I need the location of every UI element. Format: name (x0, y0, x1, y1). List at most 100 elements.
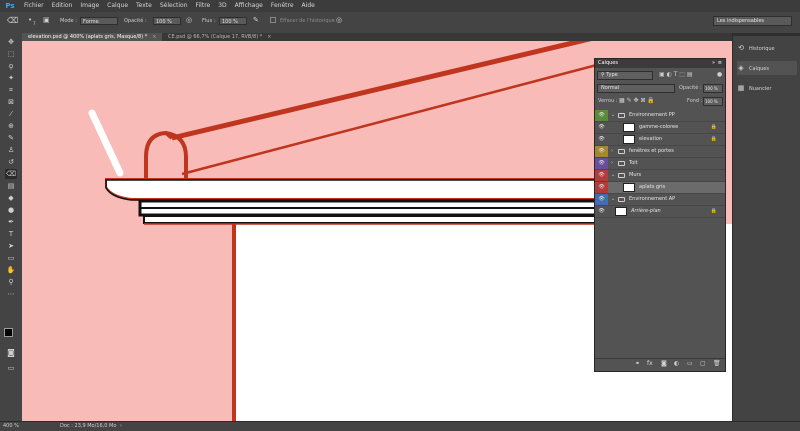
hand-tool-icon[interactable]: ✋ (5, 265, 17, 275)
menu-aide[interactable]: Aide (298, 0, 319, 12)
lasso-tool-icon[interactable]: ϙ (5, 61, 17, 71)
status-arrow-icon[interactable]: › (120, 423, 122, 429)
trash-icon[interactable]: 🗑 (713, 360, 721, 367)
frame-tool-icon[interactable]: ⊠ (5, 97, 17, 107)
visibility-eye-icon[interactable]: 👁 (595, 182, 608, 193)
visibility-eye-icon[interactable]: 👁 (595, 134, 608, 145)
visibility-eye-icon[interactable]: 👁 (595, 170, 608, 181)
workspace-select[interactable]: Les indispensables (713, 16, 792, 26)
marquee-tool-icon[interactable]: ⬚ (5, 49, 17, 59)
layer-fill-field[interactable]: 100 % (703, 97, 723, 106)
shape-tool-icon[interactable]: ▭ (5, 253, 17, 263)
mode-select[interactable]: Forme (80, 17, 118, 25)
brush-preset-icon[interactable]: • (28, 16, 32, 24)
lock-icons[interactable]: ▦ ✎ ✥ ⊠ 🔒 (619, 97, 655, 104)
chevron-right-icon[interactable]: › (611, 146, 613, 157)
foreground-color-swatch[interactable] (4, 328, 13, 337)
close-icon[interactable]: × (267, 34, 271, 40)
airbrush-icon[interactable]: ✎ (253, 16, 259, 24)
blend-mode-select[interactable]: Normal (597, 84, 675, 93)
dock-item-nuancier[interactable]: ▦ Nuancier (737, 81, 797, 95)
opacity-field[interactable]: 100 % (153, 17, 181, 25)
eyedropper-tool-icon[interactable]: ⁄ (5, 109, 17, 119)
pressure-size-icon[interactable]: ◎ (336, 16, 342, 24)
chevron-down-icon[interactable]: ⌄ (611, 110, 615, 121)
layer-filter-select[interactable]: ⚲ Type (597, 71, 653, 80)
layer-opacity-field[interactable]: 100 % (703, 84, 723, 93)
link-icon[interactable]: ⚭ (635, 360, 640, 367)
dodge-tool-icon[interactable]: ● (5, 205, 17, 215)
tab-ce[interactable]: CE.psd @ 66,7% (Calque 17, RVB/8) * × (162, 33, 292, 41)
panel-menu-icon[interactable]: ≡ (718, 59, 722, 68)
pen-tool-icon[interactable]: ✒ (5, 217, 17, 227)
eraser-tool-icon[interactable]: ⌫ (5, 169, 17, 179)
new-layer-icon[interactable]: ▢ (700, 360, 706, 367)
visibility-eye-icon[interactable]: 👁 (595, 110, 608, 121)
visibility-eye-icon[interactable]: 👁 (595, 158, 608, 169)
type-tool-icon[interactable]: T (5, 229, 17, 239)
layers-panel-header[interactable]: Calques » ≡ (595, 59, 725, 68)
screen-mode-icon[interactable]: ▭ (5, 363, 17, 373)
layer-thumbnail[interactable] (623, 135, 635, 144)
stamp-tool-icon[interactable]: ♙ (5, 145, 17, 155)
layer-row[interactable]: 👁 › fenêtres et portes (595, 146, 725, 158)
menu-fichier[interactable]: Fichier (20, 0, 48, 12)
zoom-tool-icon[interactable]: ⚲ (5, 277, 17, 287)
layer-row[interactable]: 👁 › Toit (595, 158, 725, 170)
layer-row[interactable]: 👁 elevation 🔒 (595, 134, 725, 146)
menu-3d[interactable]: 3D (214, 0, 230, 12)
chevron-down-icon[interactable]: ⌄ (611, 170, 615, 181)
quick-select-tool-icon[interactable]: ✦ (5, 73, 17, 83)
visibility-eye-icon[interactable]: 👁 (595, 194, 608, 205)
chevron-right-icon[interactable]: › (611, 158, 613, 169)
collapse-icon[interactable]: » (712, 59, 715, 68)
brush-tool-icon[interactable]: ✎ (5, 133, 17, 143)
brush-panel-icon[interactable]: ▣ (43, 16, 50, 24)
menu-fenetre[interactable]: Fenêtre (267, 0, 298, 12)
history-brush-tool-icon[interactable]: ↺ (5, 157, 17, 167)
zoom-level[interactable]: 400 % (3, 423, 19, 429)
tab-elevation[interactable]: elevation.psd @ 400% (aplats gris, Masqu… (22, 33, 162, 41)
crop-tool-icon[interactable]: ⌗ (5, 85, 17, 95)
healing-tool-icon[interactable]: ⊕ (5, 121, 17, 131)
layer-row[interactable]: 👁 ⌄ Murs (595, 170, 725, 182)
layer-row[interactable]: 👁 Arrière-plan 🔒 (595, 206, 725, 218)
quick-mask-icon[interactable]: ◙ (5, 348, 17, 358)
close-icon[interactable]: × (152, 34, 156, 40)
menu-edition[interactable]: Edition (48, 0, 77, 12)
history-checkbox[interactable] (270, 17, 276, 23)
visibility-eye-icon[interactable]: 👁 (595, 122, 608, 133)
eraser-tool-icon[interactable]: ⌫ (7, 16, 18, 25)
group-icon[interactable]: ▭ (687, 360, 693, 367)
visibility-eye-icon[interactable]: 👁 (595, 206, 608, 217)
filter-icons[interactable]: ▣ ◐ T ⬚ ▤ (659, 71, 693, 78)
menu-filtre[interactable]: Filtre (192, 0, 215, 12)
mask-icon[interactable]: ◙ (661, 360, 667, 367)
layer-row[interactable]: 👁 ⌄ Environnement PP (595, 110, 725, 122)
menu-calque[interactable]: Calque (103, 0, 132, 12)
menu-selection[interactable]: Sélection (156, 0, 192, 12)
layer-thumbnail[interactable] (623, 123, 635, 132)
dock-item-calques[interactable]: ◈ Calques (737, 61, 797, 75)
layer-row[interactable]: 👁 ⌄ Environnement AP (595, 194, 725, 206)
visibility-eye-icon[interactable]: 👁 (595, 146, 608, 157)
layer-row[interactable]: 👁 gamme-coloree 🔒 (595, 122, 725, 134)
adjustment-icon[interactable]: ◐ (674, 360, 679, 367)
menu-image[interactable]: Image (76, 0, 103, 12)
gradient-tool-icon[interactable]: ▤ (5, 181, 17, 191)
menu-texte[interactable]: Texte (132, 0, 156, 12)
move-tool-icon[interactable]: ✥ (5, 37, 17, 47)
fx-icon[interactable]: fx (647, 360, 653, 367)
more-tools-icon[interactable]: ⋯ (5, 289, 17, 299)
pressure-opacity-icon[interactable]: ◎ (186, 16, 192, 24)
layer-thumbnail[interactable] (615, 207, 627, 216)
flow-field[interactable]: 100 % (219, 17, 247, 25)
menu-affichage[interactable]: Affichage (231, 0, 267, 12)
layer-row[interactable]: 👁 aplats gris (595, 182, 725, 194)
chevron-down-icon[interactable]: ⌄ (611, 194, 615, 205)
blur-tool-icon[interactable]: ◆ (5, 193, 17, 203)
path-select-tool-icon[interactable]: ➤ (5, 241, 17, 251)
layer-thumbnail[interactable] (623, 183, 635, 192)
dock-item-historique[interactable]: ⟲ Historique (737, 41, 797, 55)
filter-toggle-icon[interactable]: ● (717, 71, 722, 78)
